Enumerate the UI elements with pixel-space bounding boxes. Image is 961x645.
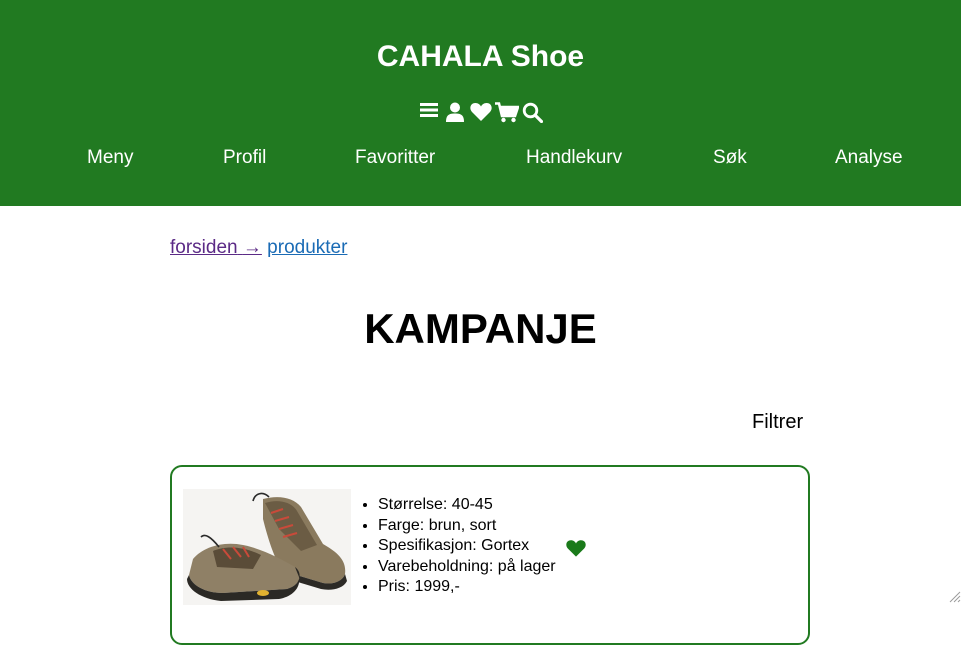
nav-item-profil[interactable]: Profil (223, 147, 266, 169)
resize-grip-icon[interactable] (947, 589, 961, 603)
search-icon[interactable] (520, 102, 546, 126)
product-image[interactable] (183, 489, 351, 605)
breadcrumb-home-link[interactable]: forsiden → (170, 237, 262, 258)
spec-price: Pris: 1999,- (378, 577, 556, 598)
site-header: CAHALA Shoe Meny Profil Favoritter Handl… (0, 0, 961, 206)
user-icon[interactable] (442, 102, 468, 126)
breadcrumb-home-label: forsiden (170, 237, 238, 258)
product-card[interactable]: Størrelse: 40-45 Farge: brun, sort Spesi… (170, 465, 810, 645)
heart-icon[interactable] (468, 102, 494, 126)
nav-item-favoritter[interactable]: Favoritter (355, 147, 435, 169)
cart-icon[interactable] (494, 102, 520, 126)
breadcrumb-arrow: → (243, 237, 262, 258)
nav-item-analyse[interactable]: Analyse (835, 147, 903, 169)
spec-specification: Spesifikasjon: Gortex (378, 536, 556, 557)
nav-item-meny[interactable]: Meny (87, 147, 133, 169)
product-spec-list: Størrelse: 40-45 Farge: brun, sort Spesi… (360, 495, 556, 598)
page-title: KAMPANJE (0, 305, 961, 353)
menu-icon[interactable] (416, 102, 442, 126)
breadcrumb: forsiden → produkter (170, 237, 347, 259)
nav-item-handlekurv[interactable]: Handlekurv (526, 147, 622, 169)
breadcrumb-products-link[interactable]: produkter (267, 237, 347, 258)
site-title: CAHALA Shoe (0, 40, 961, 74)
spec-stock: Varebeholdning: på lager (378, 557, 556, 578)
favorite-heart-icon[interactable] (566, 539, 586, 557)
spec-color: Farge: brun, sort (378, 516, 556, 537)
nav-item-sok[interactable]: Søk (713, 147, 747, 169)
header-icon-row (0, 102, 961, 126)
spec-size: Størrelse: 40-45 (378, 495, 556, 516)
filter-button[interactable]: Filtrer (752, 411, 803, 434)
